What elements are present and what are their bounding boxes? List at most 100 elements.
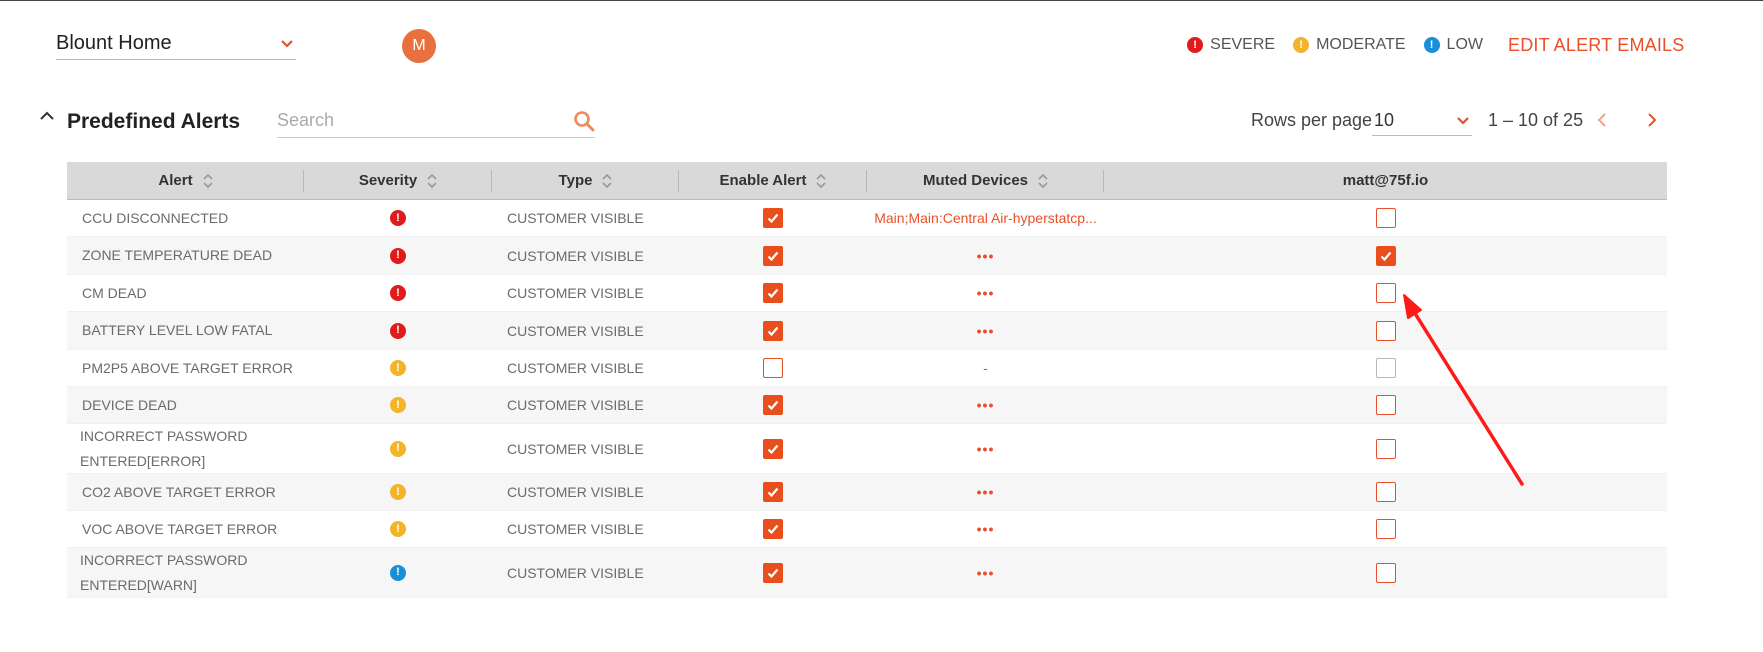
enable-alert-checkbox[interactable] bbox=[763, 358, 783, 378]
alert-name-line: ENTERED[WARN] bbox=[80, 576, 197, 593]
alert-name-line: INCORRECT PASSWORD bbox=[80, 551, 248, 568]
section-title: Predefined Alerts bbox=[67, 110, 241, 133]
alert-name: CM DEAD bbox=[82, 284, 147, 301]
search-input[interactable] bbox=[277, 110, 547, 131]
moderate-icon: ! bbox=[390, 484, 406, 500]
moderate-icon: ! bbox=[1293, 37, 1310, 53]
alert-name-line: INCORRECT PASSWORD bbox=[80, 427, 248, 444]
sort-icon bbox=[602, 173, 613, 188]
email-alert-checkbox[interactable] bbox=[1375, 562, 1396, 583]
column-header-enable-alert-label: Enable Alert bbox=[719, 172, 807, 189]
email-alert-checkbox[interactable] bbox=[1375, 283, 1396, 303]
rows-per-page-value: 10 bbox=[1374, 110, 1395, 130]
email-cell bbox=[1104, 358, 1667, 378]
email-cell bbox=[1104, 519, 1667, 539]
moderate-icon: ! bbox=[390, 521, 406, 537]
muted-devices-cell: ••• bbox=[867, 565, 1104, 581]
table-row: CCU DISCONNECTED! CUSTOMER VISIBLE Main;Ma… bbox=[67, 200, 1667, 237]
top-divider bbox=[0, 0, 1763, 1]
enable-alert-checkbox[interactable] bbox=[763, 320, 783, 341]
sort-icon bbox=[1038, 173, 1048, 188]
column-header-muted-devices[interactable]: Muted Devices bbox=[867, 162, 1104, 199]
table-header: Alert Severity Type Enable Alert Muted D… bbox=[67, 162, 1667, 200]
chevron-down-icon bbox=[281, 39, 293, 48]
enable-alert-cell bbox=[679, 208, 867, 228]
enable-alert-cell bbox=[679, 438, 867, 459]
moderate-icon: ! bbox=[390, 440, 406, 457]
muted-devices-more-icon[interactable]: ••• bbox=[977, 285, 995, 301]
enable-alert-cell bbox=[679, 395, 867, 415]
enable-alert-cell bbox=[679, 519, 867, 539]
email-cell bbox=[1104, 395, 1667, 415]
previous-page-icon[interactable] bbox=[1595, 112, 1609, 128]
muted-devices-more-icon[interactable]: ••• bbox=[977, 484, 995, 500]
muted-devices-more-icon[interactable]: ••• bbox=[977, 397, 995, 413]
enable-alert-checkbox[interactable] bbox=[763, 283, 783, 303]
legend-severe-label: SEVERE bbox=[1210, 36, 1276, 53]
column-header-severity[interactable]: Severity bbox=[304, 162, 492, 199]
email-alert-checkbox[interactable] bbox=[1375, 320, 1396, 341]
muted-devices-more-icon[interactable]: ••• bbox=[977, 521, 995, 537]
enable-alert-checkbox[interactable] bbox=[763, 438, 783, 459]
table-row: BATTERY LEVEL LOW FATAL! CUSTOMER VISIBLE… bbox=[67, 312, 1667, 350]
alert-name-line: ENTERED[ERROR] bbox=[80, 452, 206, 469]
alert-name: VOC ABOVE TARGET ERROR bbox=[82, 520, 278, 537]
checkmark-icon bbox=[767, 251, 779, 261]
email-alert-checkbox[interactable] bbox=[1375, 358, 1396, 378]
edit-alert-emails-link[interactable]: EDIT ALERT EMAILS bbox=[1508, 35, 1684, 56]
email-cell bbox=[1104, 208, 1667, 228]
chevron-up-icon[interactable] bbox=[38, 109, 56, 123]
email-alert-checkbox[interactable] bbox=[1375, 482, 1396, 502]
alert-type: CUSTOMER VISIBLE bbox=[507, 247, 644, 264]
enable-alert-checkbox[interactable] bbox=[763, 482, 783, 502]
muted-devices-more-icon[interactable]: ••• bbox=[977, 565, 995, 581]
muted-devices-cell: ••• bbox=[867, 248, 1104, 264]
low-icon: ! bbox=[390, 564, 406, 581]
alert-type: CUSTOMER VISIBLE bbox=[507, 210, 644, 226]
enable-alert-checkbox[interactable] bbox=[763, 519, 783, 539]
enable-alert-cell bbox=[679, 358, 867, 378]
email-alert-checkbox[interactable] bbox=[1375, 438, 1396, 459]
search-box bbox=[277, 104, 595, 138]
enable-alert-checkbox[interactable] bbox=[763, 208, 783, 228]
legend-moderate: ! MODERATE bbox=[1293, 36, 1406, 54]
site-selector-value: Blount Home bbox=[56, 32, 172, 54]
chevron-down-icon bbox=[1457, 116, 1469, 125]
muted-devices-cell: ••• bbox=[867, 397, 1104, 413]
enable-alert-checkbox[interactable] bbox=[763, 245, 783, 266]
severity-cell: ! bbox=[304, 210, 492, 226]
muted-devices-more-icon[interactable]: ••• bbox=[977, 323, 995, 339]
muted-devices-more-icon[interactable]: ••• bbox=[977, 248, 995, 264]
enable-alert-checkbox[interactable] bbox=[763, 395, 783, 415]
column-header-enable-alert[interactable]: Enable Alert bbox=[679, 162, 867, 199]
next-page-icon[interactable] bbox=[1645, 112, 1659, 128]
muted-devices-cell: ••• bbox=[867, 323, 1104, 339]
column-header-alert[interactable]: Alert bbox=[67, 162, 304, 199]
rows-per-page-label: Rows per page bbox=[1251, 110, 1373, 130]
sort-icon bbox=[427, 173, 437, 188]
checkmark-icon bbox=[767, 288, 779, 299]
enable-alert-cell bbox=[679, 320, 867, 341]
moderate-icon: ! bbox=[390, 397, 406, 413]
muted-devices-empty: - bbox=[983, 360, 988, 376]
column-header-type[interactable]: Type bbox=[492, 162, 679, 199]
alert-type: CUSTOMER VISIBLE bbox=[507, 440, 644, 457]
rows-per-page-select[interactable]: 10 bbox=[1372, 106, 1472, 136]
email-alert-checkbox[interactable] bbox=[1375, 245, 1396, 266]
email-alert-checkbox[interactable] bbox=[1375, 208, 1396, 228]
muted-devices-more-icon[interactable]: ••• bbox=[977, 441, 995, 457]
enable-alert-checkbox[interactable] bbox=[763, 562, 783, 583]
site-selector[interactable]: Blount Home bbox=[56, 28, 296, 60]
column-header-severity-label: Severity bbox=[358, 172, 418, 189]
enable-alert-cell bbox=[679, 283, 867, 303]
severity-cell: ! bbox=[304, 564, 492, 581]
avatar[interactable]: M bbox=[402, 29, 436, 63]
email-alert-checkbox[interactable] bbox=[1375, 519, 1396, 539]
muted-devices-cell: - bbox=[867, 360, 1104, 376]
checkmark-icon bbox=[1380, 251, 1391, 261]
email-alert-checkbox[interactable] bbox=[1375, 395, 1396, 415]
muted-devices-link[interactable]: Main;Main:Central Air-hyperstatcp... bbox=[874, 210, 1097, 226]
severe-icon: ! bbox=[390, 285, 406, 301]
checkmark-icon bbox=[767, 487, 779, 498]
search-icon[interactable] bbox=[573, 110, 595, 132]
